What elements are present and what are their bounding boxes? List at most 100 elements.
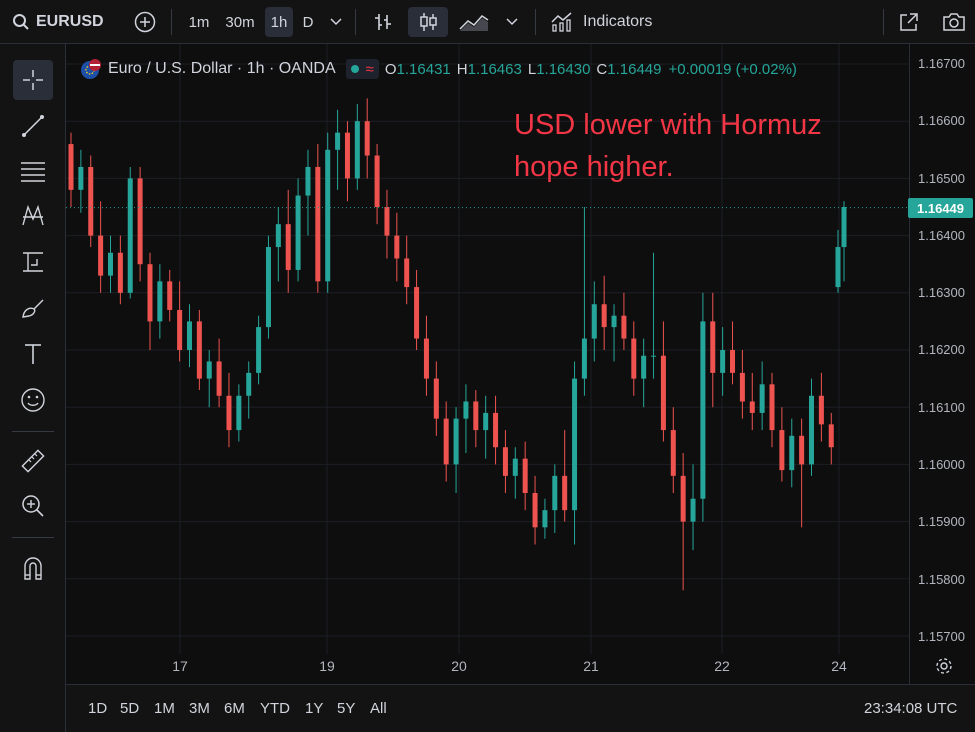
range-3m[interactable]: 3M — [189, 700, 210, 717]
price-axis[interactable]: 1.16700 1.16600 1.16500 1.16400 1.16300 … — [909, 44, 975, 684]
magnet-icon — [24, 557, 42, 580]
time-tick-label: 19 — [319, 658, 335, 674]
candle-body — [769, 384, 775, 431]
open-value: 1.16431 — [396, 60, 451, 78]
candle-body — [364, 121, 370, 156]
candle-body — [137, 178, 143, 265]
interval-dropdown[interactable] — [324, 7, 348, 37]
interval-d[interactable]: D — [297, 7, 319, 37]
candle-body — [335, 132, 341, 150]
chart-type-dropdown[interactable] — [500, 7, 524, 37]
candle-body — [226, 395, 232, 431]
range-5d[interactable]: 5D — [120, 700, 139, 717]
candle-body — [749, 401, 755, 413]
candle-body — [374, 155, 380, 207]
fib-tool[interactable] — [13, 151, 53, 191]
candle-body — [720, 350, 726, 373]
fullscreen-button[interactable] — [894, 7, 924, 37]
candle-body — [809, 395, 815, 465]
trend-line-icon — [22, 115, 44, 137]
candle-body — [186, 321, 192, 350]
zoom-in-icon — [22, 495, 44, 517]
clock-timezone[interactable]: 23:34:08 UTC — [864, 700, 957, 717]
price-tick: 1.16400 — [918, 228, 965, 243]
range-1y[interactable]: 1Y — [305, 700, 323, 717]
trend-line-tool[interactable] — [13, 106, 53, 146]
candle-body — [117, 252, 123, 293]
high-value: 1.16463 — [467, 60, 522, 78]
candle-body — [700, 321, 706, 499]
candle-body — [423, 338, 429, 379]
pattern-tool[interactable] — [13, 196, 53, 236]
symbol-search[interactable]: EURUSD — [6, 7, 104, 37]
low-value: 1.16430 — [536, 60, 591, 78]
candles-icon — [420, 13, 437, 31]
plus-circle-icon — [134, 11, 156, 33]
axis-settings-button[interactable] — [934, 656, 954, 681]
bottom-toolbar: 1D 5D 1M 3M 6M YTD 1Y 5Y All 23:34:08 UT… — [66, 684, 975, 732]
text-tool[interactable] — [13, 334, 53, 374]
text-icon — [25, 344, 41, 364]
chart-annotation-text[interactable]: USD lower with Hormuz hope higher. — [514, 104, 874, 188]
interval-1h[interactable]: 1h — [265, 7, 293, 37]
crosshair-tool[interactable] — [13, 60, 53, 100]
candles-chart-type-button[interactable] — [408, 7, 448, 37]
area-chart-icon — [459, 15, 489, 31]
indicators-icon — [551, 12, 572, 32]
tradingview-window: EURUSD 1m 30m 1h D Indicators 17 19 20 2… — [0, 0, 975, 732]
candle-body — [828, 424, 834, 448]
price-tick: 1.16600 — [918, 113, 965, 128]
candle-body — [384, 207, 390, 236]
pattern-icon — [22, 204, 44, 226]
snapshot-button[interactable] — [938, 7, 970, 37]
candle-body — [275, 224, 281, 248]
flag-icon — [81, 59, 101, 79]
symbol-description: Euro / U.S. Dollar · 1h · OANDA — [108, 60, 336, 77]
candle-body — [660, 355, 666, 431]
measure-tool[interactable] — [13, 441, 53, 481]
market-status-badge[interactable]: ≈ — [345, 59, 379, 79]
toolbar-divider — [12, 431, 54, 432]
symbol-label: EURUSD — [36, 13, 104, 30]
camera-icon — [943, 13, 965, 31]
candle-body — [236, 395, 242, 431]
candle-body — [680, 475, 686, 522]
magnet-tool[interactable] — [13, 548, 53, 588]
range-all[interactable]: All — [370, 700, 387, 717]
drawing-toolbar — [0, 44, 66, 732]
indicators-button[interactable]: Indicators — [546, 7, 664, 37]
time-tick-label: 17 — [172, 658, 188, 674]
area-chart-type-button[interactable] — [454, 7, 494, 37]
price-tick: 1.16000 — [918, 457, 965, 472]
candle-body — [835, 247, 841, 288]
candle-body — [601, 304, 607, 328]
bar-chart-type-button[interactable] — [368, 7, 398, 37]
indicators-label: Indicators — [583, 13, 653, 30]
toolbar-divider — [535, 9, 536, 35]
candle-body — [433, 378, 439, 419]
emoji-tool[interactable] — [13, 380, 53, 420]
chevron-down-icon — [330, 18, 342, 26]
compare-symbol-button[interactable] — [130, 7, 160, 37]
bars-icon — [375, 14, 391, 30]
range-5y[interactable]: 5Y — [337, 700, 355, 717]
candle-body — [690, 498, 696, 522]
interval-1m[interactable]: 1m — [182, 7, 216, 37]
candle-body — [196, 321, 202, 379]
forecast-tool[interactable] — [13, 242, 53, 282]
range-1d[interactable]: 1D — [88, 700, 107, 717]
toolbar-divider — [355, 9, 356, 35]
candle-body — [414, 287, 420, 339]
range-1m[interactable]: 1M — [154, 700, 175, 717]
brush-tool[interactable] — [13, 288, 53, 328]
range-ytd[interactable]: YTD — [260, 700, 290, 717]
time-tick-label: 22 — [714, 658, 730, 674]
interval-30m[interactable]: 30m — [220, 7, 260, 37]
high-label: H — [456, 60, 468, 78]
last-price-label: 1.16449 — [908, 198, 973, 218]
zoom-tool[interactable] — [13, 486, 53, 526]
range-6m[interactable]: 6M — [224, 700, 245, 717]
candle-body — [591, 304, 597, 339]
candle-body — [779, 430, 785, 471]
candle-body — [562, 475, 568, 511]
